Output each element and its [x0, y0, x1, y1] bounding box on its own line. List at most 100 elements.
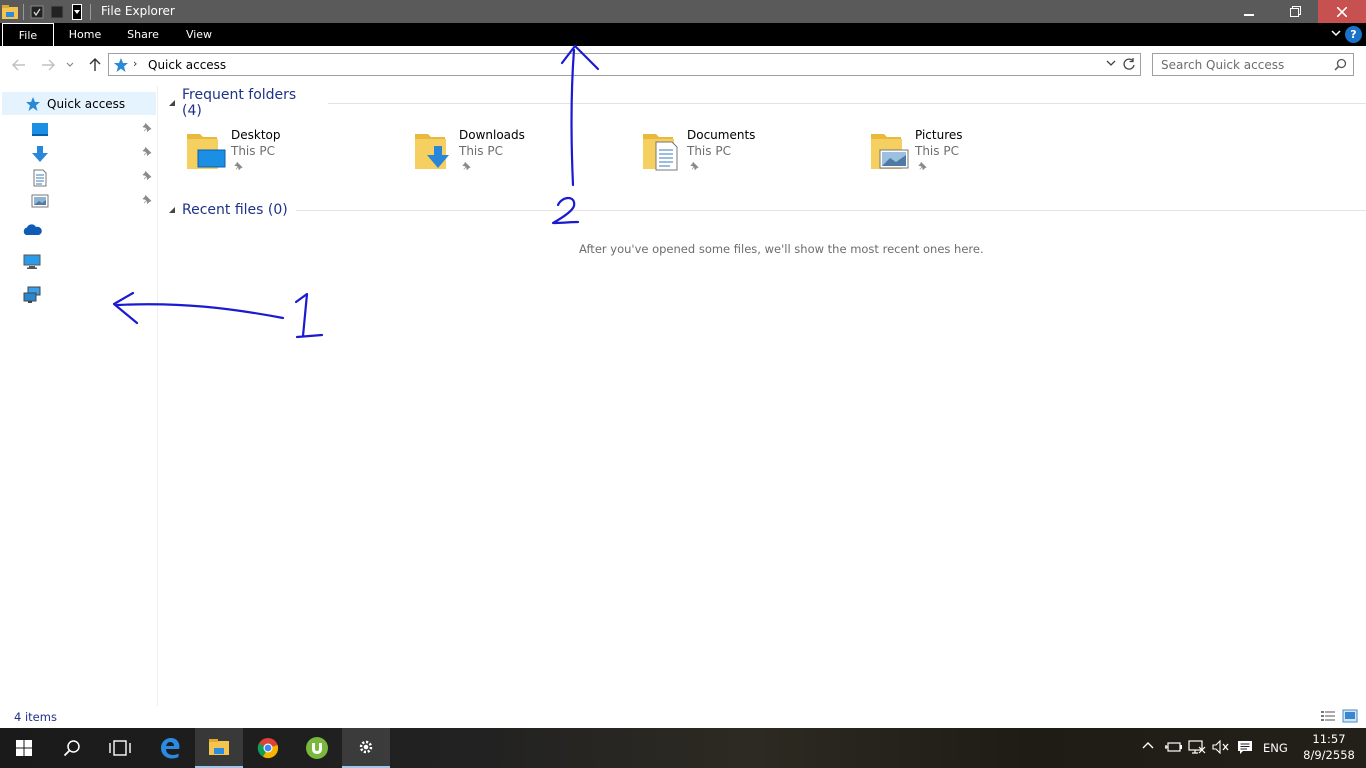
window-title: File Explorer [101, 4, 175, 18]
collapse-triangle-icon[interactable] [168, 206, 176, 214]
folder-tile-pictures[interactable]: Pictures This PC [870, 126, 1090, 176]
address-dropdown-chevron-icon[interactable] [1106, 59, 1116, 67]
up-button[interactable] [86, 56, 104, 74]
pin-icon[interactable] [917, 161, 928, 172]
recent-locations-button[interactable] [63, 56, 77, 74]
pictures-folder-icon [871, 134, 909, 169]
chevron-up-icon [1142, 742, 1154, 749]
clock-date: 8/9/2558 [1303, 748, 1355, 762]
close-button[interactable] [1318, 0, 1366, 23]
help-icon[interactable]: ? [1345, 26, 1362, 43]
tray-action-center[interactable] [1237, 740, 1253, 756]
tray-power[interactable] [1164, 740, 1182, 754]
folder-name: Pictures [915, 128, 963, 142]
folder-tile-downloads[interactable]: Downloads This PC [414, 126, 634, 176]
nav-item-onedrive[interactable] [22, 223, 42, 240]
system-clock[interactable]: 11:57 8/9/2558 [1298, 731, 1360, 763]
forward-button[interactable] [39, 56, 57, 74]
pin-icon[interactable] [141, 146, 153, 158]
status-bar: 4 items [0, 706, 1366, 728]
properties-icon[interactable] [27, 0, 47, 23]
new-folder-icon[interactable] [47, 0, 67, 23]
item-count: 4 items [14, 710, 57, 724]
input-language[interactable]: ENG [1263, 741, 1288, 755]
taskbar-search-button[interactable] [48, 728, 96, 768]
pictures-icon [31, 194, 49, 208]
start-button[interactable] [0, 728, 48, 768]
folder-name: Downloads [459, 128, 525, 142]
search-icon[interactable] [1334, 58, 1347, 71]
tab-view[interactable]: View [178, 23, 220, 46]
group-divider [328, 102, 1366, 104]
nav-item-this-pc[interactable] [22, 254, 42, 273]
taskbar-utorrent[interactable] [293, 728, 341, 768]
annotation-numeral-1 [294, 292, 324, 339]
pin-icon[interactable] [689, 161, 700, 172]
taskbar-edge[interactable] [146, 728, 194, 768]
onedrive-icon [23, 224, 42, 235]
folder-tile-desktop[interactable]: Desktop This PC [186, 126, 406, 176]
file-explorer-app-icon[interactable] [0, 0, 20, 23]
tab-home[interactable]: Home [62, 23, 108, 46]
customize-toolbar-chevron-icon[interactable] [67, 0, 87, 23]
network-status-icon [1188, 740, 1206, 754]
refresh-icon[interactable] [1122, 57, 1136, 71]
nav-item-quick-access[interactable]: Quick access [2, 92, 156, 115]
nav-item-network[interactable] [22, 286, 42, 307]
back-button[interactable] [10, 56, 28, 74]
recent-files-header[interactable]: Recent files (0) [168, 200, 1366, 220]
large-icons-view-icon[interactable] [1342, 709, 1358, 723]
address-bar[interactable]: › Quick access [108, 53, 1141, 76]
nav-item-desktop[interactable] [0, 118, 158, 140]
pin-icon[interactable] [141, 170, 153, 182]
ribbon-tabs: File Home Share View ? [0, 23, 1366, 46]
taskbar-chrome[interactable] [244, 728, 292, 768]
tab-share[interactable]: Share [120, 23, 166, 46]
pin-icon[interactable] [141, 122, 153, 134]
quick-access-toolbar [0, 0, 94, 23]
search-box[interactable] [1152, 53, 1354, 76]
file-explorer-icon [209, 739, 229, 755]
title-bar: File Explorer [0, 0, 1366, 23]
battery-plug-icon [1165, 742, 1182, 752]
action-center-icon [1238, 741, 1252, 754]
tray-network[interactable] [1188, 740, 1206, 754]
folder-location: This PC [687, 144, 731, 158]
pin-icon[interactable] [461, 161, 472, 172]
pin-icon[interactable] [141, 194, 153, 206]
back-arrow-icon [12, 59, 25, 71]
minimize-button[interactable] [1226, 0, 1272, 23]
taskbar-file-explorer[interactable] [195, 728, 243, 768]
details-view-icon[interactable] [1320, 709, 1336, 723]
tab-file[interactable]: File [2, 23, 54, 46]
up-arrow-icon [89, 58, 101, 71]
chrome-icon [257, 738, 279, 759]
folder-name: Desktop [231, 128, 281, 142]
show-hidden-icons-button[interactable] [1141, 740, 1155, 750]
restore-button[interactable] [1272, 0, 1318, 23]
collapse-triangle-icon[interactable] [168, 99, 176, 107]
nav-item-documents[interactable] [0, 166, 158, 188]
tray-volume[interactable] [1212, 740, 1230, 754]
restore-icon [1289, 6, 1301, 17]
folder-tile-documents[interactable]: Documents This PC [642, 126, 862, 176]
taskbar: ENG 11:57 8/9/2558 [0, 728, 1366, 768]
breadcrumb-separator-icon[interactable]: › [133, 57, 137, 70]
frequent-folders-header[interactable]: Frequent folders (4) [168, 87, 1366, 119]
clock-time: 11:57 [1312, 732, 1346, 746]
taskbar-settings[interactable] [342, 728, 390, 768]
chevron-down-icon [66, 62, 74, 67]
downloads-icon [32, 146, 48, 162]
breadcrumb-quick-access[interactable]: Quick access [148, 58, 226, 72]
task-view-button[interactable] [96, 728, 144, 768]
recent-files-title: Recent files (0) [182, 202, 288, 218]
search-input[interactable] [1153, 54, 1329, 75]
quick-access-star-icon [114, 58, 128, 72]
expand-ribbon-chevron-icon[interactable] [1330, 27, 1342, 42]
pin-icon[interactable] [233, 161, 244, 172]
this-pc-icon [23, 254, 41, 269]
nav-item-pictures[interactable] [0, 190, 158, 212]
nav-item-downloads[interactable] [0, 142, 158, 164]
group-divider [295, 209, 1366, 211]
quick-access-star-icon [26, 96, 40, 111]
